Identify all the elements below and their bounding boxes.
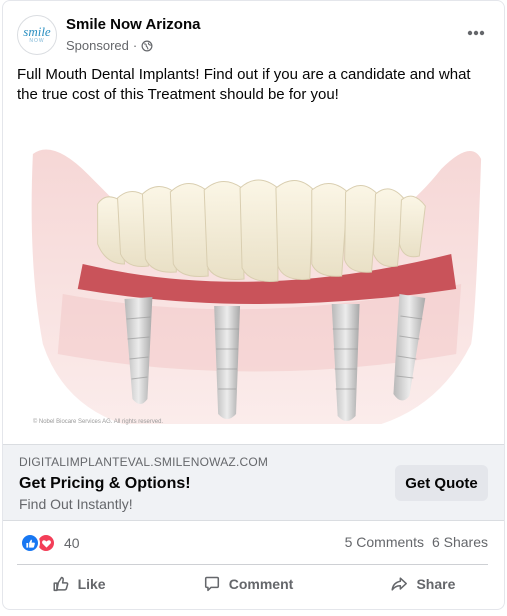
post-header: smile NOW Smile Now Arizona Sponsored · xyxy=(3,1,504,63)
more-options-button[interactable] xyxy=(464,23,488,43)
more-options-icon xyxy=(467,30,485,36)
post-actions: Like Comment Share xyxy=(3,566,504,602)
sponsored-label[interactable]: Sponsored xyxy=(66,38,129,53)
sponsored-post-card: smile NOW Smile Now Arizona Sponsored · … xyxy=(2,0,505,610)
dental-implant-illustration: © Nobel Biocare Services AG. All rights … xyxy=(3,114,504,444)
post-image[interactable]: © Nobel Biocare Services AG. All rights … xyxy=(3,114,504,444)
reaction-count: 40 xyxy=(64,535,80,551)
comments-shares-summary: 5 Comments 6 Shares xyxy=(345,534,488,550)
comments-count-link[interactable]: 5 Comments xyxy=(345,534,424,550)
meta-separator: · xyxy=(132,38,138,53)
engagement-stats: 40 5 Comments 6 Shares xyxy=(3,521,504,565)
comment-label: Comment xyxy=(228,576,294,592)
link-preview[interactable]: DIGITALIMPLANTEVAL.SMILENOWAZ.COM Get Pr… xyxy=(3,444,504,521)
reactions-summary[interactable]: 40 xyxy=(20,533,80,553)
like-button[interactable]: Like xyxy=(42,569,116,599)
share-button[interactable]: Share xyxy=(380,569,465,599)
comment-button[interactable]: Comment xyxy=(193,569,304,599)
image-caption: © Nobel Biocare Services AG. All rights … xyxy=(33,418,164,425)
share-label: Share xyxy=(416,576,456,592)
post-meta: Sponsored · xyxy=(66,38,153,53)
avatar-logo-sub: NOW xyxy=(29,38,45,44)
post-body-text: Full Mouth Dental Implants! Find out if … xyxy=(17,66,471,103)
link-title[interactable]: Get Pricing & Options! xyxy=(19,475,191,493)
share-icon xyxy=(391,577,408,591)
like-label: Like xyxy=(77,576,106,592)
shares-count-link[interactable]: 6 Shares xyxy=(432,534,488,550)
action-divider xyxy=(17,564,488,565)
link-domain: DIGITALIMPLANTEVAL.SMILENOWAZ.COM xyxy=(19,455,269,469)
like-icon xyxy=(53,576,68,592)
page-avatar[interactable]: smile NOW xyxy=(17,15,57,55)
like-reaction-icon xyxy=(20,533,40,553)
comment-icon xyxy=(204,576,219,592)
link-subtitle: Find Out Instantly! xyxy=(19,496,133,512)
page-name-link[interactable]: Smile Now Arizona xyxy=(66,16,200,33)
avatar-logo-text: smile xyxy=(23,24,51,39)
get-quote-button[interactable]: Get Quote xyxy=(395,465,488,501)
globe-icon[interactable] xyxy=(141,40,153,52)
